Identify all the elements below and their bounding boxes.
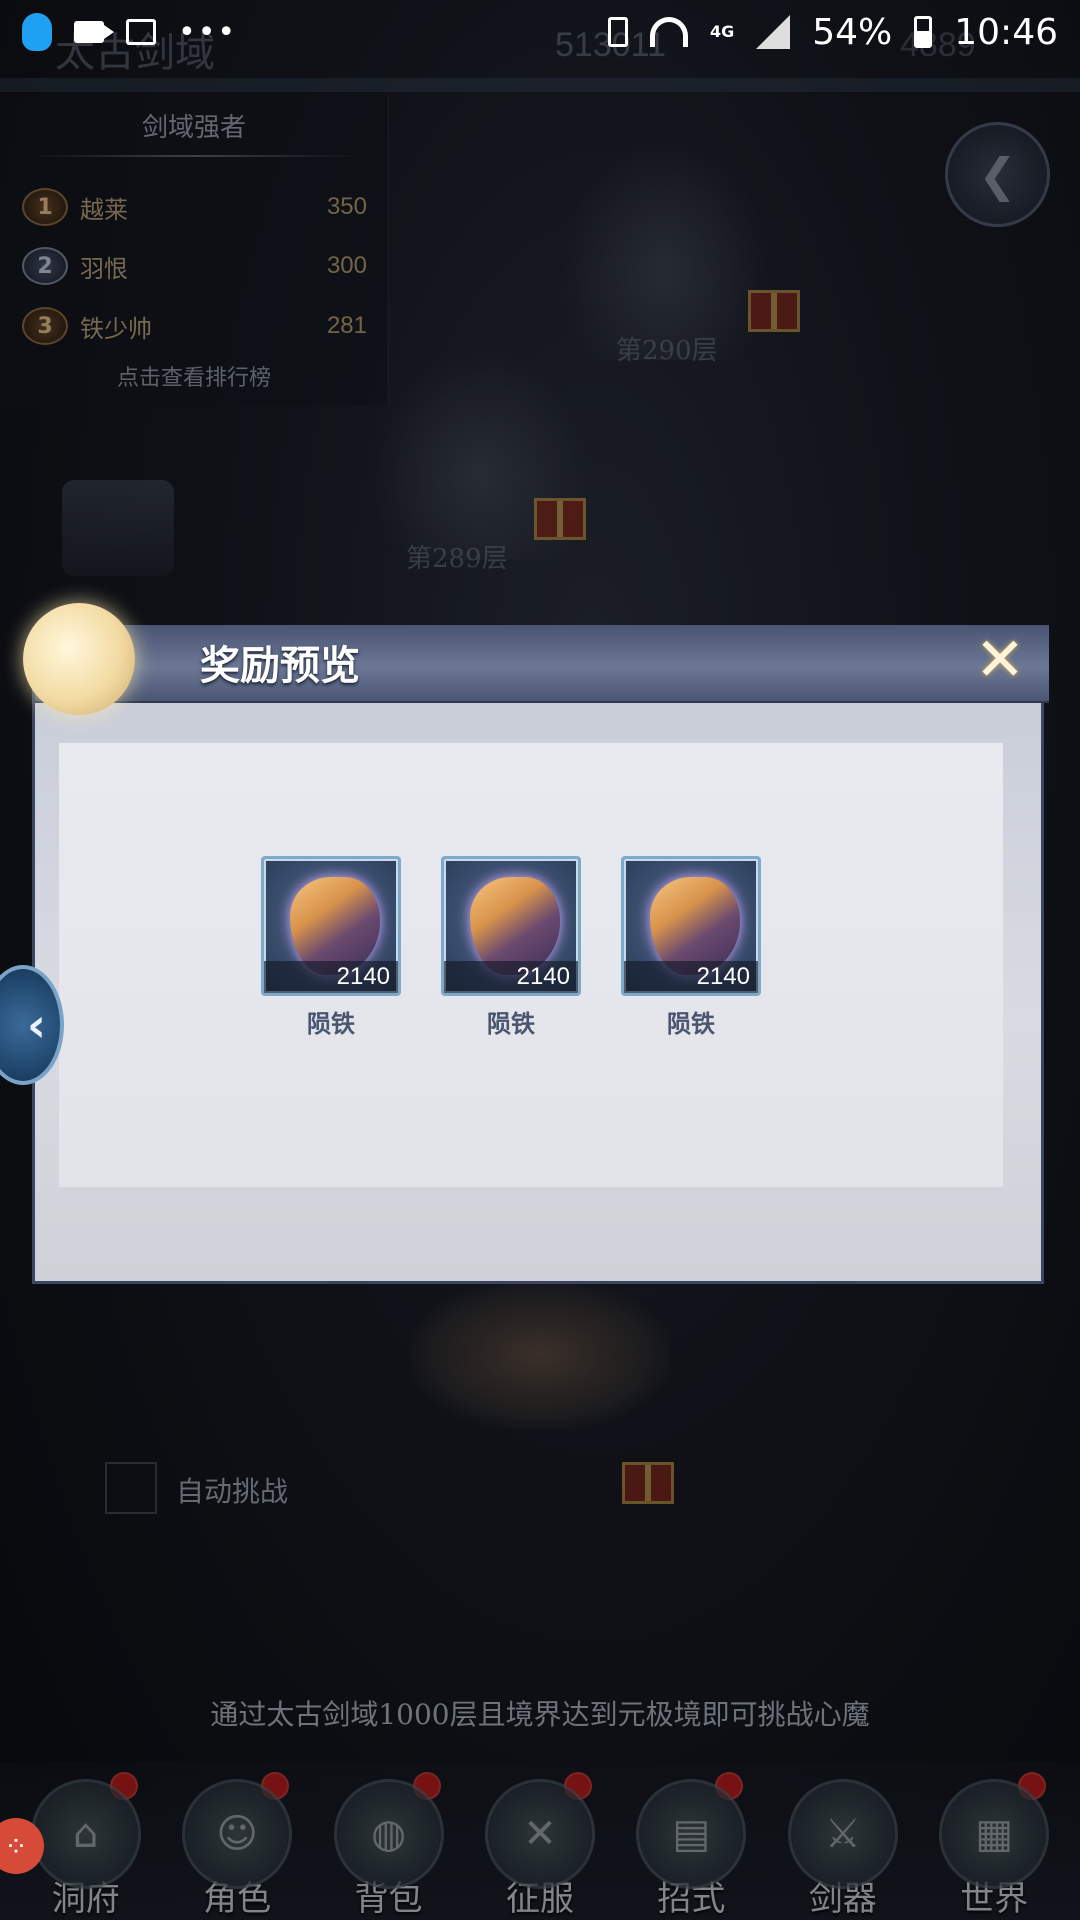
- more-icon: •••: [178, 14, 238, 50]
- wifi-icon: [649, 17, 688, 47]
- battery-percent: 54%: [812, 11, 893, 53]
- battery-icon: [914, 16, 933, 48]
- status-left: •••: [22, 13, 237, 51]
- item-count: 2140: [264, 961, 398, 993]
- item-name: 陨铁: [307, 1009, 355, 1038]
- network-badge: 4G: [709, 22, 735, 41]
- qq-icon: [22, 13, 52, 51]
- item-slot: 2140: [441, 856, 581, 996]
- item-slot: 2140: [261, 856, 401, 996]
- video-icon: [74, 21, 114, 43]
- item-name: 陨铁: [667, 1009, 715, 1038]
- dialog-title: 奖励预览: [200, 642, 360, 689]
- close-button[interactable]: ✕: [969, 625, 1031, 695]
- image-icon: [126, 19, 156, 45]
- reward-preview-dialog: 奖励预览 ✕ 2140 陨铁 2140 陨铁 2140 陨铁: [23, 603, 1049, 1284]
- close-icon: ✕: [974, 625, 1026, 695]
- reward-item[interactable]: 2140 陨铁: [621, 856, 761, 1039]
- moon-ornament-icon: [23, 603, 135, 715]
- battery-saver-icon: [607, 17, 628, 47]
- status-right: 4G 54% 10:46: [607, 11, 1058, 53]
- item-count: 2140: [624, 961, 758, 993]
- dialog-header: 奖励预览 ✕: [35, 625, 1049, 703]
- signal-icon: [756, 15, 791, 49]
- chevron-left-icon: ‹: [27, 998, 46, 1052]
- item-slot: 2140: [621, 856, 761, 996]
- status-bar: ••• 4G 54% 10:46: [0, 0, 1080, 64]
- reward-item[interactable]: 2140 陨铁: [261, 856, 401, 1039]
- reward-list: 2140 陨铁 2140 陨铁 2140 陨铁: [59, 743, 1003, 1187]
- item-count: 2140: [444, 961, 578, 993]
- clock: 10:46: [954, 11, 1058, 53]
- item-name: 陨铁: [487, 1009, 535, 1038]
- reward-item[interactable]: 2140 陨铁: [441, 856, 581, 1039]
